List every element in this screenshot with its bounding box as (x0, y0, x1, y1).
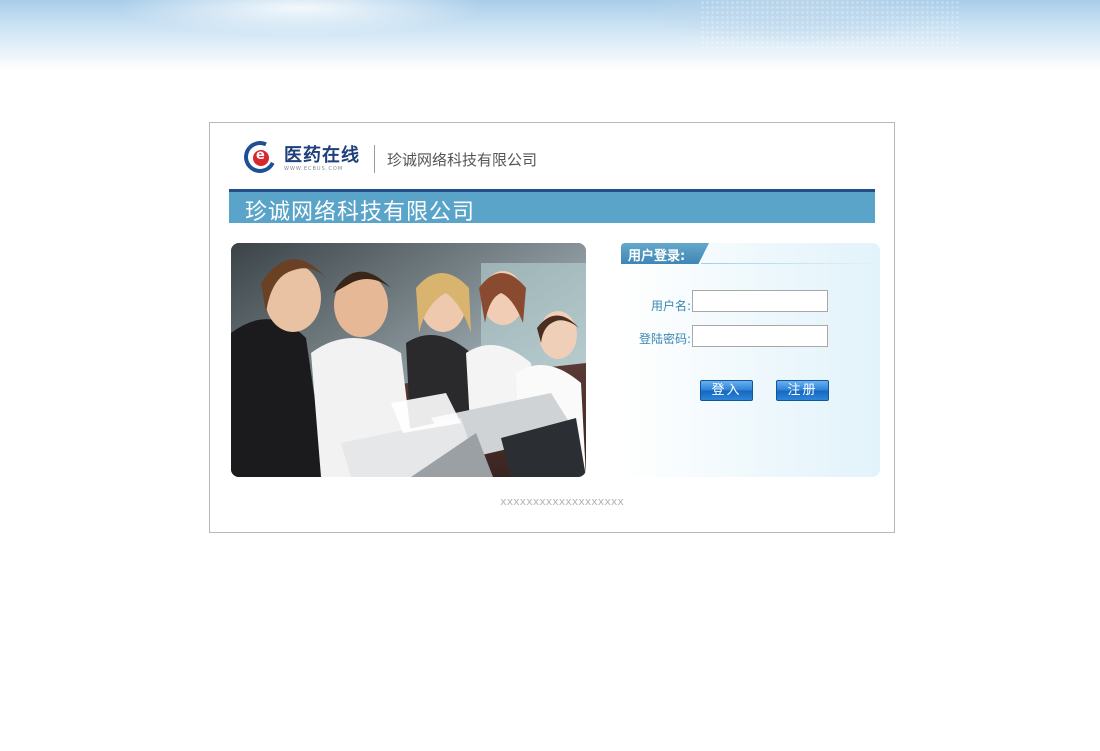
footer-text: xxxxxxxxxxxxxxxxxxx (500, 495, 624, 508)
logo-icon (239, 136, 281, 178)
header-company-name: 珍诚网络科技有限公司 (387, 150, 538, 169)
world-map-decoration (700, 0, 960, 50)
login-panel: 用户登录: 用户名: 登陆密码: 登入 注册 (621, 243, 880, 477)
login-frame: 医药在线 WWW.ECBUS.COM 珍诚网络科技有限公司 珍诚网络科技有限公司 (209, 122, 895, 533)
password-label: 登陆密码: (638, 332, 691, 346)
username-label: 用户名: (650, 299, 691, 313)
team-photo (231, 243, 586, 477)
logo-divider (374, 145, 375, 173)
top-banner (0, 0, 1100, 70)
logo-url: WWW.ECBUS.COM (284, 166, 344, 172)
tab-underline (701, 263, 880, 264)
title-bar: 珍诚网络科技有限公司 (229, 189, 875, 225)
login-panel-tab: 用户登录: (621, 243, 709, 264)
logo-name: 医药在线 (284, 145, 360, 166)
login-panel-title: 用户登录: (628, 249, 686, 264)
login-button[interactable]: 登入 (700, 380, 753, 401)
logo-text: 医药在线 WWW.ECBUS.COM (284, 145, 360, 173)
username-input[interactable] (692, 290, 828, 312)
team-photo-illustration (231, 243, 586, 477)
register-button[interactable]: 注册 (776, 380, 829, 401)
header-logo-row: 医药在线 WWW.ECBUS.COM 珍诚网络科技有限公司 (239, 136, 538, 179)
page-title: 珍诚网络科技有限公司 (245, 200, 476, 225)
password-input[interactable] (692, 325, 828, 347)
